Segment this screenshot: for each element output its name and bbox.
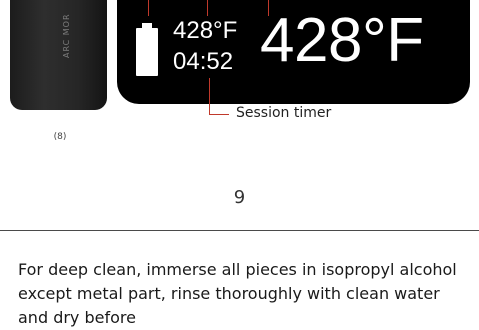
figure-caption: (8) [53,132,67,142]
set-temperature: 428°F [173,17,238,44]
callout-line-battery [148,0,149,16]
page-divider [0,230,479,231]
callout-line-timer-vertical [209,78,210,115]
instruction-paragraph: For deep clean, immerse all pieces in is… [18,260,457,327]
callout-label-session-timer: Session timer [236,105,332,121]
callout-line-set-temp [207,0,208,16]
session-timer-value: 04:52 [173,48,234,75]
device-engraving: ARC MOR [62,13,71,58]
device-photo [10,0,107,110]
callout-line-current-temp [268,0,269,16]
battery-icon [136,28,158,76]
page-number: 9 [233,187,246,208]
current-temperature: 428°F [260,6,424,75]
callout-line-timer-horizontal [209,114,229,115]
